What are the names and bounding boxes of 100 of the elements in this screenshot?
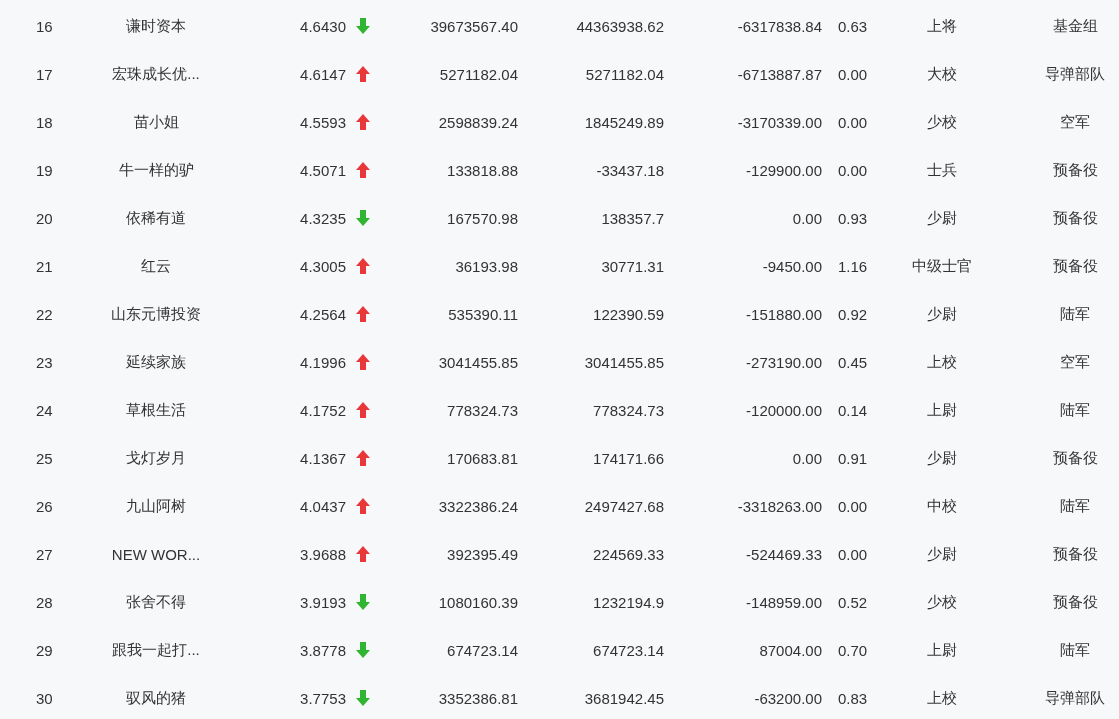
- rank-title-cell: 少尉: [927, 448, 957, 466]
- branch-cell: 预备役: [1052, 592, 1098, 610]
- ratio-cell: 0.00: [838, 65, 868, 83]
- branch-cell: 预备役: [1052, 208, 1098, 226]
- name-cell: 跟我一起打...: [112, 640, 200, 658]
- name-cell: 九山阿树: [126, 496, 186, 514]
- name-cell: 戈灯岁月: [126, 448, 186, 466]
- number-cell: -9450.00: [762, 257, 822, 275]
- rank-title-cell: 上尉: [927, 400, 957, 418]
- value-cell: 3.7753: [300, 689, 346, 707]
- rank-cell: 20: [36, 209, 53, 227]
- number-cell: 3322386.24: [438, 497, 518, 515]
- ratio-cell: 0.63: [838, 17, 868, 35]
- number-cell: -120000.00: [746, 401, 822, 419]
- branch-cell: 预备役: [1052, 544, 1098, 562]
- rank-title-cell: 少尉: [927, 304, 957, 322]
- rank-cell: 25: [36, 449, 53, 467]
- branch-cell: 预备役: [1052, 160, 1098, 178]
- value-cell: 4.5071: [300, 161, 346, 179]
- number-cell: -6713887.87: [737, 65, 822, 83]
- number-cell: -3318263.00: [737, 497, 822, 515]
- number-cell: 3041455.85: [584, 353, 664, 371]
- number-cell: 0.00: [792, 209, 822, 227]
- branch-cell: 导弹部队: [1045, 688, 1105, 706]
- value-cell: 4.1367: [300, 449, 346, 467]
- number-cell: -6317838.84: [737, 17, 822, 35]
- rank-cell: 29: [36, 641, 53, 659]
- number-cell: 44363938.62: [576, 17, 664, 35]
- branch-cell: 导弹部队: [1045, 64, 1105, 82]
- ratio-cell: 0.14: [838, 401, 868, 419]
- name-cell: 张舍不得: [126, 592, 186, 610]
- rank-title-cell: 上将: [927, 16, 957, 34]
- number-cell: 167570.98: [447, 209, 518, 227]
- number-cell: 2598839.24: [438, 113, 518, 131]
- ratio-cell: 0.91: [838, 449, 868, 467]
- number-cell: 0.00: [792, 449, 822, 467]
- ratio-cell: 0.93: [838, 209, 868, 227]
- rank-cell: 16: [36, 17, 53, 35]
- branch-cell: 陆军: [1060, 304, 1090, 322]
- name-cell: 宏珠成长优...: [112, 64, 200, 82]
- name-cell: 红云: [141, 256, 171, 274]
- rank-title-cell: 士兵: [927, 160, 957, 178]
- name-cell: 谦时资本: [126, 16, 186, 34]
- rank-cell: 28: [36, 593, 53, 611]
- number-cell: -151880.00: [746, 305, 822, 323]
- number-cell: -148959.00: [746, 593, 822, 611]
- branch-cell: 陆军: [1060, 496, 1090, 514]
- number-cell: -129900.00: [746, 161, 822, 179]
- number-cell: 674723.14: [447, 641, 518, 659]
- ratio-cell: 0.92: [838, 305, 868, 323]
- branch-cell: 预备役: [1052, 448, 1098, 466]
- rank-cell: 23: [36, 353, 53, 371]
- number-cell: 674723.14: [593, 641, 664, 659]
- number-cell: 133818.88: [447, 161, 518, 179]
- branch-cell: 空军: [1060, 112, 1090, 130]
- number-cell: 170683.81: [447, 449, 518, 467]
- number-cell: 1080160.39: [438, 593, 518, 611]
- rank-cell: 27: [36, 545, 53, 563]
- number-cell: 2497427.68: [584, 497, 664, 515]
- value-cell: 3.8778: [300, 641, 346, 659]
- rank-cell: 21: [36, 257, 53, 275]
- value-cell: 4.3005: [300, 257, 346, 275]
- name-cell: NEW WOR...: [111, 545, 201, 563]
- number-cell: 535390.11: [448, 305, 518, 323]
- rank-cell: 26: [36, 497, 53, 515]
- number-cell: -63200.00: [754, 689, 822, 707]
- rank-title-cell: 中校: [927, 496, 957, 514]
- number-cell: 392395.49: [447, 545, 518, 563]
- rank-title-cell: 上校: [927, 688, 957, 706]
- value-cell: 4.1752: [300, 401, 346, 419]
- number-cell: 778324.73: [593, 401, 664, 419]
- number-cell: 3352386.81: [438, 689, 518, 707]
- ratio-cell: 0.00: [838, 545, 868, 563]
- rank-title-cell: 少校: [927, 592, 957, 610]
- rank-cell: 30: [36, 689, 53, 707]
- number-cell: -524469.33: [746, 545, 822, 563]
- number-cell: 39673567.40: [430, 17, 518, 35]
- ratio-cell: 0.83: [838, 689, 868, 707]
- rank-cell: 17: [36, 65, 53, 83]
- value-cell: 4.6430: [300, 17, 346, 35]
- rank-cell: 18: [36, 113, 53, 131]
- rank-title-cell: 中级士官: [912, 256, 972, 274]
- number-cell: 3041455.85: [438, 353, 518, 371]
- number-cell: 5271182.04: [439, 65, 518, 83]
- rank-title-cell: 上校: [927, 352, 957, 370]
- value-cell: 4.3235: [300, 209, 346, 227]
- value-cell: 3.9193: [300, 593, 346, 611]
- ratio-cell: 0.00: [838, 113, 868, 131]
- number-cell: -33437.18: [596, 161, 664, 179]
- number-cell: 174171.66: [593, 449, 664, 467]
- number-cell: -3170339.00: [737, 113, 822, 131]
- branch-cell: 陆军: [1060, 400, 1090, 418]
- name-cell: 驭风的猪: [126, 688, 186, 706]
- value-cell: 4.0437: [300, 497, 346, 515]
- rank-cell: 24: [36, 401, 53, 419]
- rank-cell: 19: [36, 161, 53, 179]
- ratio-cell: 0.00: [838, 497, 868, 515]
- number-cell: 5271182.04: [585, 65, 664, 83]
- number-cell: 138357.7: [601, 209, 664, 227]
- name-cell: 依稀有道: [126, 208, 186, 226]
